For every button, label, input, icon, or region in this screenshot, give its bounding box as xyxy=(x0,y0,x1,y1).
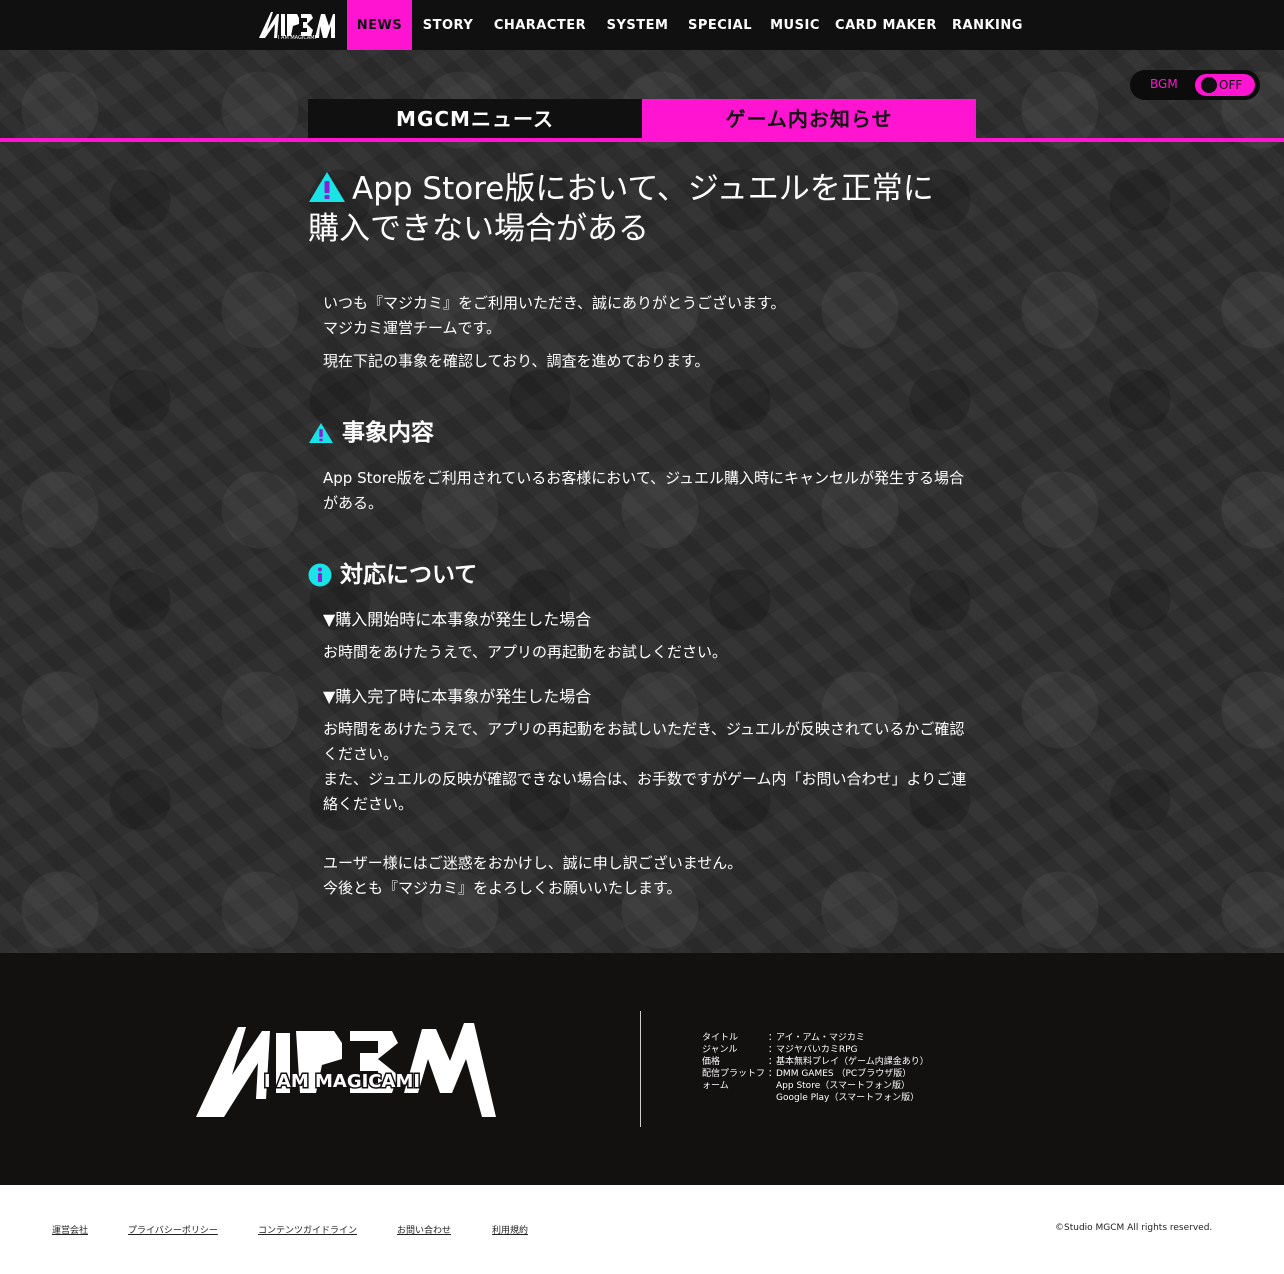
link-company[interactable]: 運営会社 xyxy=(52,1223,88,1236)
intro-line2: マジカミ運営チームです。 xyxy=(323,319,502,337)
tab-underline xyxy=(0,138,1284,142)
intro-line3: 現在下記の事象を確認しており、調査を進めております。 xyxy=(323,352,710,370)
article: App Store版において、ジュエルを正常に 購入できない場合がある いつも『… xyxy=(308,171,976,901)
game-info: タイトル：アイ・アム・マジカミ ジャンル：マジヤバいカミRPG 価格：基本無料プ… xyxy=(702,1033,929,1103)
article-title-line1: App Store版において、ジュエルを正常に xyxy=(352,171,934,207)
nav-music[interactable]: MUSIC xyxy=(766,0,824,50)
main-content-area: BGM OFF MGCMニュース ゲーム内お知らせ App Store版において… xyxy=(0,50,1284,953)
section-issue-heading: 事象内容 xyxy=(308,418,976,448)
nav-card-maker[interactable]: CARD MAKER xyxy=(834,0,938,50)
info-title-val: アイ・アム・マジカミ xyxy=(776,1033,865,1043)
link-terms[interactable]: 利用規約 xyxy=(492,1223,528,1236)
article-title-line2: 購入できない場合がある xyxy=(308,211,649,247)
closing-line2: 今後とも『マジカミ』をよろしくお願いいたします。 xyxy=(323,879,682,897)
link-privacy-policy[interactable]: プライバシーポリシー xyxy=(128,1223,218,1236)
nav-special[interactable]: SPECIAL xyxy=(684,0,756,50)
footer-divider xyxy=(640,1011,641,1127)
bgm-control: BGM OFF xyxy=(1130,70,1260,100)
closing-line1: ユーザー様にはご迷惑をおかけし、誠に申し訳ございません。 xyxy=(323,854,743,872)
toggle-knob xyxy=(1201,77,1217,93)
case2-body2: また、ジュエルの反映が確認できない場合は、お手数ですがゲーム内「お問い合わせ」よ… xyxy=(323,770,967,813)
section-response-title: 対応について xyxy=(340,562,478,588)
article-title: App Store版において、ジュエルを正常に 購入できない場合がある xyxy=(308,171,976,247)
case1-heading: ▼購入開始時に本事象が発生した場合 xyxy=(323,610,592,629)
footer-logo-text: I AM MAGICAMI xyxy=(264,1071,420,1092)
case2-heading: ▼購入完了時に本事象が発生した場合 xyxy=(323,687,592,706)
info-genre-key: ジャンル xyxy=(702,1045,738,1055)
site-logo[interactable]: I AM MAGICAMI xyxy=(257,8,337,40)
info-price-key: 価格 xyxy=(702,1057,721,1067)
nav-character[interactable]: CHARACTER xyxy=(490,0,590,50)
case2-body1: お時間をあけたうえで、アプリの再起動をお試しいただき、ジュエルが反映されているか… xyxy=(323,720,965,763)
info-price-val: 基本無料プレイ（ゲーム内課金あり） xyxy=(776,1057,929,1067)
nav-news[interactable]: NEWS xyxy=(347,0,412,50)
nav-story[interactable]: STORY xyxy=(415,0,481,50)
svg-text:I AM MAGICAMI: I AM MAGICAMI xyxy=(278,35,316,40)
tab-in-game-notice[interactable]: ゲーム内お知らせ xyxy=(642,99,976,138)
section-response-heading: 対応について xyxy=(308,560,976,590)
info-platform-val2: App Store（スマートフォン版） xyxy=(776,1081,910,1091)
info-genre-val: マジヤバいカミRPG xyxy=(776,1045,858,1055)
nav-ranking[interactable]: RANKING xyxy=(950,0,1025,50)
section-issue-title: 事象内容 xyxy=(342,420,434,446)
top-nav: I AM MAGICAMI NEWS STORY CHARACTER SYSTE… xyxy=(0,0,1284,50)
intro-line1: いつも『マジカミ』をご利用いただき、誠にありがとうございます。 xyxy=(323,294,786,312)
bottom-bar: 運営会社 プライバシーポリシー コンテンツガイドライン お問い合わせ 利用規約 … xyxy=(0,1185,1284,1274)
info-title-key: タイトル xyxy=(702,1033,739,1043)
link-content-guidelines[interactable]: コンテンツガイドライン xyxy=(258,1223,357,1236)
tab-mgcm-news[interactable]: MGCMニュース xyxy=(308,99,642,138)
bgm-state: OFF xyxy=(1219,78,1243,92)
nav-system[interactable]: SYSTEM xyxy=(602,0,673,50)
info-platform-val1: DMM GAMES （PCブラウザ版） xyxy=(776,1069,912,1079)
copyright: ©Studio MGCM All rights reserved. xyxy=(1055,1223,1213,1233)
warning-icon xyxy=(308,422,334,444)
section-issue-body: App Store版をご利用されているお客様において、ジュエル購入時にキャンセル… xyxy=(323,469,965,512)
warning-icon xyxy=(308,171,346,211)
info-icon xyxy=(308,563,332,587)
footer-logo: I AM MAGICAMI xyxy=(196,1023,496,1117)
bgm-label: BGM xyxy=(1150,77,1178,91)
info-platform-key: 配信プラットフォーム xyxy=(702,1069,766,1091)
case1-body: お時間をあけたうえで、アプリの再起動をお試しください。 xyxy=(323,643,727,661)
bgm-toggle[interactable]: OFF xyxy=(1195,74,1255,96)
link-contact[interactable]: お問い合わせ xyxy=(397,1223,451,1236)
info-platform-val3: Google Play（スマートフォン版） xyxy=(776,1093,920,1103)
footer: I AM MAGICAMI タイトル：アイ・アム・マジカミ ジャンル：マジヤバい… xyxy=(0,953,1284,1185)
